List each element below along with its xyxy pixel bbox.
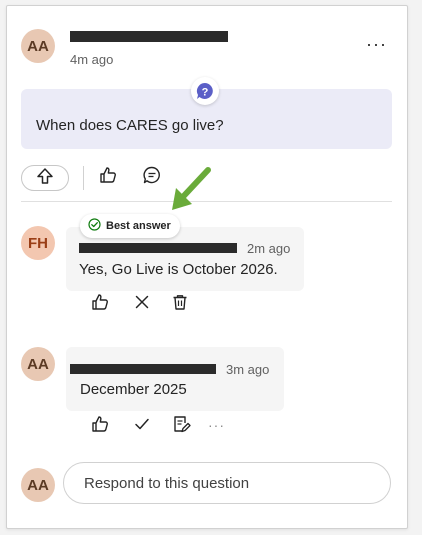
upvote-button[interactable] xyxy=(21,165,69,191)
more-options-button[interactable]: ··· xyxy=(366,35,387,53)
more-icon[interactable]: ··· xyxy=(208,417,225,433)
best-answer-badge: Best answer xyxy=(80,214,180,238)
reply-timestamp: 3m ago xyxy=(226,362,270,377)
redacted-author-name xyxy=(70,364,216,374)
like-button[interactable] xyxy=(89,293,111,315)
redacted-author-name xyxy=(79,243,237,253)
delete-button[interactable] xyxy=(169,293,191,315)
question-card: AA 4m ago ··· When does CARES go live? ? xyxy=(6,5,408,529)
reply-text: Yes, Go Live is October 2026. xyxy=(79,261,278,278)
reply-bubble xyxy=(66,347,284,411)
question-text: When does CARES go live? xyxy=(36,117,224,134)
avatar-initials: AA xyxy=(27,476,49,494)
like-icon xyxy=(98,165,118,190)
question-timestamp: 4m ago xyxy=(70,52,114,67)
like-icon xyxy=(90,292,110,317)
annotation-arrow-icon xyxy=(170,166,214,217)
svg-text:?: ? xyxy=(202,87,209,99)
reply-author-avatar[interactable]: AA xyxy=(21,347,55,381)
respond-placeholder: Respond to this question xyxy=(84,474,250,492)
like-button[interactable] xyxy=(97,166,119,188)
best-answer-label: Best answer xyxy=(106,220,171,232)
close-icon xyxy=(133,293,151,316)
delete-icon xyxy=(171,293,189,316)
comment-icon xyxy=(142,165,162,190)
reply-text: December 2025 xyxy=(80,381,187,398)
respond-input[interactable]: Respond to this question xyxy=(63,462,391,504)
action-divider xyxy=(83,166,84,190)
comment-button[interactable] xyxy=(141,166,163,188)
mark-best-answer-button[interactable] xyxy=(131,415,153,437)
check-circle-icon xyxy=(88,218,101,234)
note-icon xyxy=(171,414,191,439)
like-button[interactable] xyxy=(89,415,111,437)
edit-button[interactable] xyxy=(170,415,192,437)
question-icon: ? xyxy=(191,77,219,105)
upvote-icon xyxy=(36,167,54,190)
like-icon xyxy=(90,414,110,439)
unmark-best-answer-button[interactable] xyxy=(131,293,153,315)
avatar-initials: AA xyxy=(27,37,49,55)
check-icon xyxy=(133,415,151,438)
avatar-initials: FH xyxy=(28,234,48,252)
reply-timestamp: 2m ago xyxy=(247,241,291,256)
composer-avatar: AA xyxy=(21,468,55,502)
author-avatar[interactable]: AA xyxy=(21,29,55,63)
redacted-author-name xyxy=(70,31,228,42)
avatar-initials: AA xyxy=(27,355,49,373)
reply-author-avatar[interactable]: FH xyxy=(21,226,55,260)
